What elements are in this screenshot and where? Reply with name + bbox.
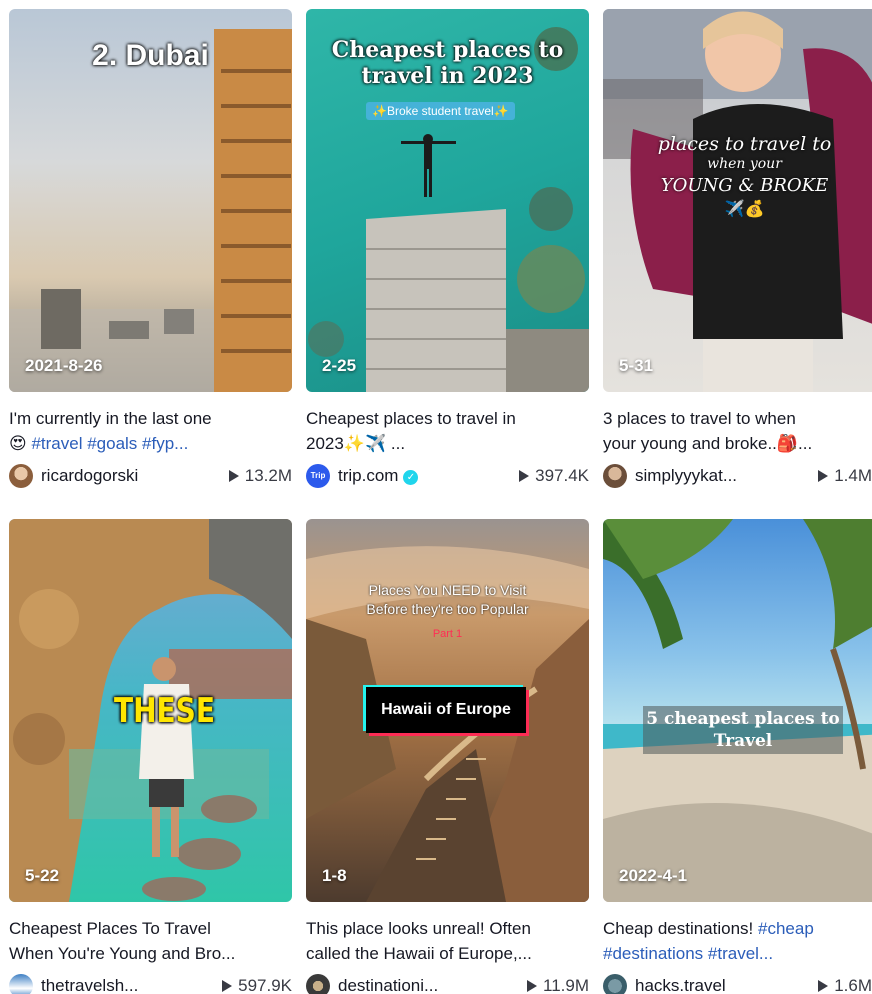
video-date: 2-25 [322,356,357,375]
video-card[interactable]: places to travel to when your YOUNG & BR… [603,9,872,490]
overlay-title: THESE [114,690,215,731]
hashtag-link[interactable]: #destinations #travel... [603,941,872,966]
overlay-emoji: ✈️💰 [724,201,765,218]
video-date: 5-22 [25,866,60,885]
overlay-subtitle: Before they're too Popular [366,601,529,617]
view-count: 13.2M [228,466,292,486]
video-thumbnail[interactable]: Cheapest places to travel in 2023 ✨Broke… [306,9,589,392]
video-thumbnail[interactable]: Places You NEED to Visit Before they're … [306,519,589,902]
overlay-part: Part 1 [432,628,463,640]
overlay-subtitle: ✨Broke student travel✨ [366,102,515,120]
view-count: 1.6M [818,976,872,994]
video-date: 5-31 [619,356,654,375]
play-icon [818,470,829,482]
video-caption[interactable]: 3 places to travel to when your young an… [603,406,872,456]
play-icon [222,980,233,992]
play-icon [818,980,829,992]
video-thumbnail[interactable]: 5 cheapest places to Travel 2022-4-1 [603,519,872,902]
author-name[interactable]: thetravelsh... [41,976,222,994]
avatar[interactable] [9,974,33,994]
view-count: 1.4M [818,466,872,486]
video-caption[interactable]: I'm currently in the last one 😍 #travel … [9,406,292,456]
avatar[interactable] [603,974,627,994]
overlay-title: Places You NEED to Visit [368,582,527,598]
video-date: 2022-4-1 [619,866,688,885]
overlay-title: Cheapest places to travel in 2023 [331,37,564,89]
play-icon [228,470,239,482]
verified-icon: ✓ [403,470,419,485]
play-icon [519,470,530,482]
video-card[interactable]: 2. Dubai 2021-8-26 I'm currently in the … [9,9,292,490]
overlay-title: places to travel to [657,133,832,155]
play-icon [527,980,537,992]
video-date: 2021-8-26 [25,356,103,375]
author-name[interactable]: trip.com ✓ [338,466,519,486]
view-count: 11.9M [527,976,589,994]
video-card[interactable]: Places You NEED to Visit Before they're … [306,519,589,994]
author-name[interactable]: simplyyykat... [635,466,818,486]
video-date: 1-8 [322,866,347,885]
video-thumbnail[interactable]: places to travel to when your YOUNG & BR… [603,9,872,392]
author-name[interactable]: ricardogorski [41,466,229,486]
author-name[interactable]: destinationi... [338,976,527,994]
author-name[interactable]: hacks.travel [635,976,818,994]
video-caption[interactable]: Cheap destinations! #cheap #destinations… [603,916,872,966]
video-thumbnail[interactable]: 2. Dubai 2021-8-26 [9,9,292,392]
video-caption[interactable]: This place looks unreal! Often called th… [306,916,589,966]
overlay-box: 5 cheapest places to Travel [643,706,843,754]
overlay-highlight: YOUNG & BROKE [660,175,829,196]
view-count: 597.9K [222,976,292,994]
overlay-subtitle: when your [707,156,782,172]
view-count: 397.4K [519,466,589,486]
video-card[interactable]: Cheapest places to travel in 2023 ✨Broke… [306,9,589,490]
video-caption[interactable]: Cheapest Places To Travel When You're Yo… [9,916,292,966]
overlay-box: Hawaii of Europe [366,687,526,733]
hashtag-link[interactable]: #travel #goals #fyp... [31,434,188,453]
hashtag-link[interactable]: #cheap [758,919,814,938]
video-card[interactable]: 5 cheapest places to Travel 2022-4-1 Che… [603,519,872,994]
avatar[interactable] [9,464,33,488]
avatar[interactable] [306,974,330,994]
video-card[interactable]: THESE 5-22 Cheapest Places To Travel Whe… [9,519,292,994]
overlay-title: 2. Dubai [92,39,209,72]
avatar[interactable]: Trip [306,464,330,488]
video-caption[interactable]: Cheapest places to travel in 2023✨✈️ ... [306,406,589,456]
video-thumbnail[interactable]: THESE 5-22 [9,519,292,902]
avatar[interactable] [603,464,627,488]
